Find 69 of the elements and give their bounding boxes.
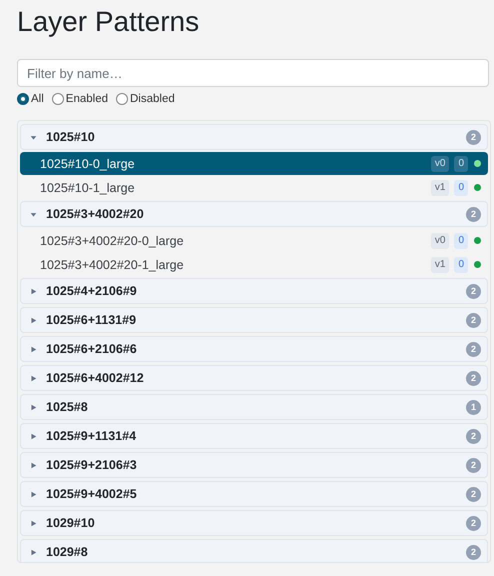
group-name: 1025#10: [46, 130, 96, 144]
caret-right-icon[interactable]: [30, 490, 37, 498]
group-name: 1025#9+1131#4: [46, 429, 138, 443]
count-badge: 1: [466, 400, 481, 414]
group-name: 1025#9+2106#3: [46, 458, 138, 472]
pattern-name: 1025#3+4002#20-0_large: [40, 234, 185, 248]
caret-right-icon[interactable]: [30, 404, 37, 410]
group-header[interactable]: 1025#6+1131#9 2: [20, 307, 488, 333]
pattern-name: 1025#10-0_large: [40, 156, 136, 170]
filter-radio[interactable]: All: [17, 93, 44, 105]
group-header[interactable]: 1025#6+4002#12 2: [20, 365, 488, 391]
caret-right-icon[interactable]: [30, 520, 37, 526]
group-header[interactable]: 1025#9+4002#5 2: [20, 481, 488, 507]
group-header[interactable]: 1025#8 1: [20, 394, 488, 420]
count-badge: 2: [466, 130, 481, 144]
count-badge: 2: [466, 370, 481, 386]
count-tag: 0: [454, 232, 468, 248]
count-tag: 0: [454, 180, 468, 196]
filter-input[interactable]: Filter by name…: [17, 59, 489, 87]
group-name: 1025#6+2106#6: [46, 342, 138, 356]
count-tag: 0: [454, 256, 468, 272]
count-badge: 2: [466, 206, 481, 222]
page-title: Layer Patterns: [17, 5, 200, 39]
group-header[interactable]: 1029#8 2: [20, 539, 488, 562]
caret-right-icon[interactable]: [30, 346, 37, 352]
caret-right-icon[interactable]: [30, 288, 37, 294]
group-name: 1029#10: [46, 516, 96, 530]
pattern-item[interactable]: 1025#10-0_large v0 0: [20, 152, 488, 175]
pattern-item[interactable]: 1025#3+4002#20-0_large v0 0: [20, 229, 488, 252]
count-badge: 2: [466, 486, 481, 502]
group-name: 1025#8: [46, 400, 89, 414]
group-header[interactable]: 1029#10 2: [20, 510, 488, 536]
pattern-name: 1025#3+4002#20-1_large: [40, 258, 185, 272]
caret-right-icon[interactable]: [30, 316, 37, 324]
group-name: 1025#6+4002#12: [46, 371, 145, 385]
count-badge: 2: [466, 516, 481, 530]
pattern-item[interactable]: 1025#3+4002#20-1_large v1 0: [20, 253, 488, 276]
group-name: 1025#6+1131#9: [46, 313, 138, 327]
group-header[interactable]: 1025#9+1131#4 2: [20, 423, 488, 449]
version-tag: v1: [430, 256, 450, 272]
filter-radio[interactable]: Enabled: [52, 93, 108, 105]
count-badge: 2: [466, 342, 481, 356]
filter-radio[interactable]: Disabled: [116, 93, 175, 105]
count-badge: 2: [466, 428, 481, 444]
caret-right-icon[interactable]: [30, 432, 37, 440]
caret-right-icon[interactable]: [30, 374, 37, 382]
count-badge: 2: [466, 458, 481, 472]
count-badge: 2: [466, 544, 481, 560]
group-header[interactable]: 1025#6+2106#6 2: [20, 336, 488, 362]
group-header[interactable]: 1025#3+4002#20 2: [20, 201, 488, 227]
caret-down-icon[interactable]: [30, 210, 37, 218]
group-name: 1025#4+2106#9: [46, 284, 138, 298]
group-header[interactable]: 1025#4+2106#9 2: [20, 278, 488, 304]
pattern-item[interactable]: 1025#10-1_large v1 0: [20, 176, 488, 199]
group-name: 1025#3+4002#20: [46, 207, 145, 221]
caret-right-icon[interactable]: [30, 548, 37, 556]
group-name: 1029#8: [46, 545, 89, 559]
count-badge: 2: [466, 284, 481, 298]
group-name: 1025#9+4002#5: [46, 487, 138, 501]
count-tag: 0: [454, 156, 468, 172]
caret-right-icon[interactable]: [30, 462, 37, 468]
pattern-name: 1025#10-1_large: [40, 180, 136, 194]
version-tag: v0: [430, 232, 450, 248]
group-header[interactable]: 1025#9+2106#3 2: [20, 452, 488, 478]
version-tag: v1: [430, 180, 450, 196]
group-header[interactable]: 1025#10 2: [20, 124, 488, 150]
caret-down-icon[interactable]: [30, 134, 37, 140]
count-badge: 2: [466, 312, 481, 328]
version-tag: v0: [430, 156, 450, 172]
